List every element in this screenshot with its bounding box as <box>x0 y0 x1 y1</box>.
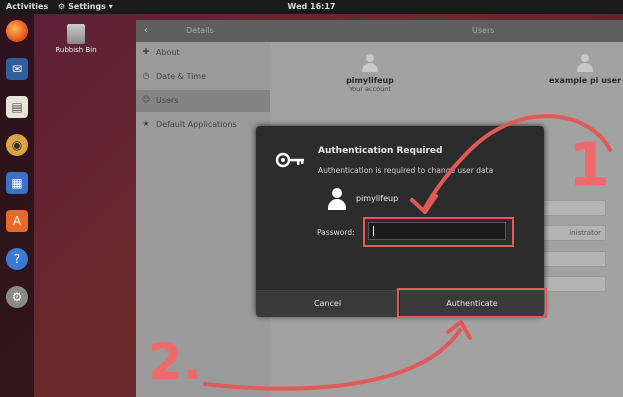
users-icon: ☺ <box>141 95 151 104</box>
gear-icon: ⚙ <box>58 2 66 11</box>
help-icon[interactable]: ? <box>6 248 28 270</box>
avatar <box>362 54 378 72</box>
mail-icon[interactable]: ✉ <box>6 58 28 80</box>
settings-header: ‹ Details Users <box>136 20 623 42</box>
name-field[interactable] <box>540 200 606 216</box>
header-title: Details <box>186 26 214 35</box>
dock: ✉ ▤ ◉ ▦ A ? ⚙ <box>0 14 34 397</box>
chevron-down-icon: ▾ <box>108 2 113 11</box>
sidebar-item-date-time[interactable]: ◷ Date & Time <box>136 66 270 88</box>
authenticate-highlight-box <box>397 288 547 318</box>
password-field[interactable] <box>540 251 606 267</box>
settings-icon[interactable]: ⚙ <box>6 286 28 308</box>
activities-button[interactable]: Activities <box>6 2 48 11</box>
top-bar: Activities ⚙ Settings ▾ Wed 16:17 <box>0 0 623 14</box>
sidebar-item-default-applications[interactable]: ★ Default Applications <box>136 114 270 136</box>
files-icon[interactable]: ▤ <box>6 96 28 118</box>
software-icon[interactable]: A <box>6 210 28 232</box>
dialog-title: Authentication Required <box>318 146 443 156</box>
music-icon[interactable]: ◉ <box>6 134 28 156</box>
login-field[interactable] <box>540 276 606 292</box>
password-highlight-box <box>363 217 514 247</box>
firefox-icon[interactable] <box>6 20 28 42</box>
clock[interactable]: Wed 16:17 <box>288 2 336 11</box>
avatar <box>577 54 593 72</box>
account-type-field[interactable]: inistrator <box>540 225 606 241</box>
app-menu[interactable]: ⚙ Settings ▾ <box>58 2 113 11</box>
user-name: example pi user <box>548 76 622 85</box>
desktop-trash[interactable]: Rubbish Bin <box>54 24 98 54</box>
user-card[interactable]: example pi user <box>540 54 623 85</box>
step-one-number: 1 <box>568 130 610 200</box>
app-menu-label: Settings <box>68 2 106 11</box>
dialog-message: Authentication is required to change use… <box>318 166 494 175</box>
sidebar-item-label: Default Applications <box>156 120 237 129</box>
user-subtitle: Your account <box>349 85 391 93</box>
user-card[interactable]: pimylifeup Your account <box>330 54 410 93</box>
cancel-button[interactable]: Cancel <box>256 291 400 317</box>
header-users-title: Users <box>472 26 495 35</box>
dialog-username: pimylifeup <box>356 194 399 203</box>
sidebar-item-label: Users <box>156 96 179 105</box>
star-icon: ★ <box>142 119 150 128</box>
plus-icon: ✚ <box>142 47 150 56</box>
sidebar-item-label: Date & Time <box>156 72 207 81</box>
back-icon[interactable]: ‹ <box>144 25 148 36</box>
user-name: pimylifeup <box>346 76 394 85</box>
sidebar-item-users[interactable]: ☺ Users <box>136 90 270 112</box>
sidebar-item-about[interactable]: ✚ About <box>136 42 270 64</box>
step-two-number: 2. <box>148 333 202 391</box>
sidebar-item-label: About <box>156 48 180 57</box>
key-icon <box>275 152 304 168</box>
user-avatar-icon <box>328 188 346 210</box>
password-label: Password: <box>317 228 355 237</box>
clock-icon: ◷ <box>142 71 150 80</box>
trash-label: Rubbish Bin <box>55 46 97 54</box>
document-icon[interactable]: ▦ <box>6 172 28 194</box>
trash-icon <box>67 24 85 44</box>
